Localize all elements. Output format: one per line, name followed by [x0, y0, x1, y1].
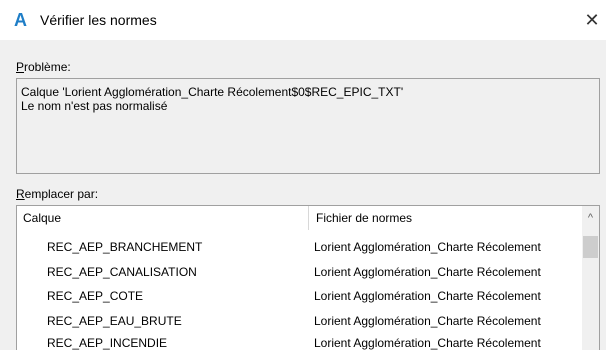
autocad-a-icon: A	[14, 10, 27, 30]
standards-file: Lorient Agglomération_Charte Récolement	[314, 240, 541, 254]
standards-file: Lorient Agglomération_Charte Récolement	[314, 265, 541, 279]
problem-label-rest: roblème:	[24, 60, 71, 74]
list-item[interactable]: REC_AEP_BRANCHEMENT Lorient Agglomératio…	[17, 238, 582, 257]
problem-label-mnemonic: P	[16, 60, 25, 74]
problem-description-box[interactable]: Calque 'Lorient Agglomération_Charte Réc…	[16, 78, 600, 174]
replacement-list[interactable]: Calque Fichier de normes REC_AEP_BRANCHE…	[16, 205, 600, 350]
standards-file: Lorient Agglomération_Charte Récolement	[314, 289, 541, 303]
replace-label: Remplacer par:	[16, 187, 98, 201]
title-bar: A Vérifier les normes ✕	[0, 0, 606, 40]
column-header-calque[interactable]: Calque	[17, 206, 309, 230]
column-header-fichier[interactable]: Fichier de normes	[310, 206, 582, 230]
layer-name: REC_AEP_CANALISATION	[47, 265, 197, 279]
problem-line-1: Calque 'Lorient Agglomération_Charte Réc…	[21, 85, 404, 99]
replace-label-mnemonic: R	[16, 187, 25, 201]
list-item[interactable]: REC_AEP_INCENDIE Lorient Agglomération_C…	[17, 334, 582, 350]
list-item[interactable]: REC_AEP_CANALISATION Lorient Agglomérati…	[17, 263, 582, 282]
problem-line-2: Le nom n'est pas normalisé	[21, 99, 168, 113]
standards-file: Lorient Agglomération_Charte Récolement	[314, 314, 541, 328]
layer-name: REC_AEP_INCENDIE	[47, 336, 168, 350]
scroll-up-icon[interactable]: ^	[582, 206, 599, 230]
close-button[interactable]: ✕	[578, 0, 606, 40]
scroll-thumb[interactable]	[583, 236, 598, 258]
standards-file: Lorient Agglomération_Charte Récolement	[314, 336, 541, 350]
list-item[interactable]: REC_AEP_COTE Lorient Agglomération_Chart…	[17, 287, 582, 306]
problem-label: Problème:	[16, 60, 71, 74]
vertical-scrollbar[interactable]: ^	[582, 206, 599, 350]
window-title: Vérifier les normes	[40, 12, 157, 28]
list-item[interactable]: REC_AEP_EAU_BRUTE Lorient Agglomération_…	[17, 312, 582, 331]
layer-name: REC_AEP_EAU_BRUTE	[47, 314, 182, 328]
replace-label-rest: emplacer par:	[24, 187, 99, 201]
layer-name: REC_AEP_COTE	[47, 289, 144, 303]
layer-name: REC_AEP_BRANCHEMENT	[47, 240, 203, 254]
